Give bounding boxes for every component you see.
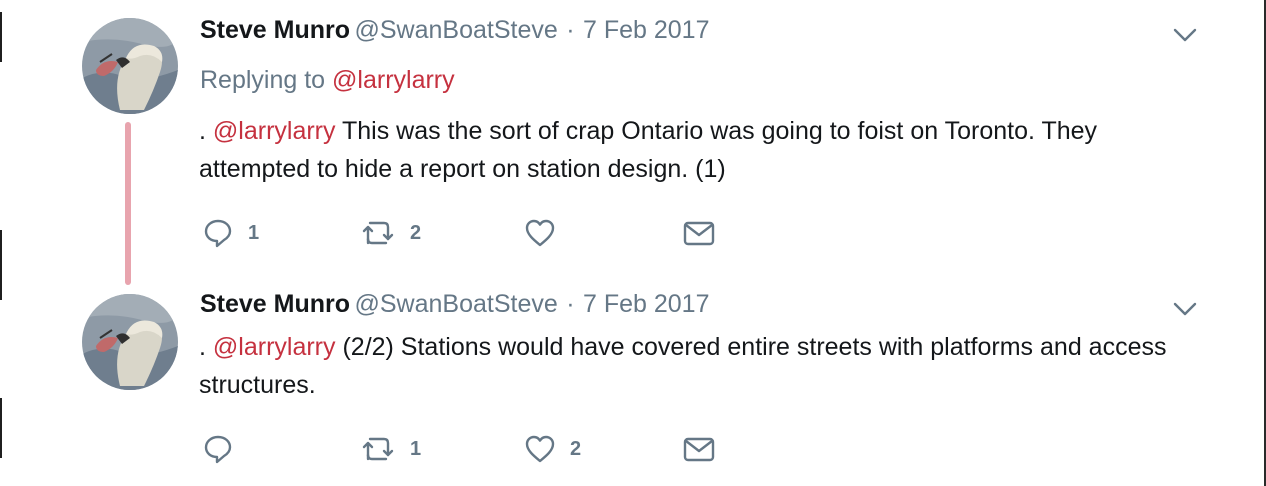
- envelope-icon: [683, 221, 715, 246]
- reply-icon: [204, 219, 232, 248]
- text-mention[interactable]: @larrylarry: [213, 333, 336, 361]
- retweet-icon: [362, 221, 394, 245]
- text-mention[interactable]: @larrylarry: [213, 117, 336, 145]
- tweet-text: . @larrylarry (2/2) Stations would have …: [199, 328, 1209, 404]
- text-body: (2/2) Stations would have covered entire…: [199, 333, 1167, 399]
- tweet-date[interactable]: 7 Feb 2017: [583, 290, 710, 318]
- retweet-count: 2: [410, 222, 422, 244]
- retweet-count: 1: [410, 438, 422, 460]
- chevron-down-icon[interactable]: [1172, 300, 1198, 318]
- direct-message-button[interactable]: [682, 216, 716, 250]
- replying-to-line: Replying to @larrylarry: [200, 66, 455, 95]
- like-button[interactable]: [524, 216, 570, 250]
- author-name[interactable]: Steve Munro: [200, 290, 350, 318]
- heart-icon: [525, 435, 555, 463]
- like-count: 2: [570, 438, 582, 460]
- retweet-icon: [362, 437, 394, 461]
- reply-icon: [204, 435, 232, 464]
- heart-icon: [525, 219, 555, 247]
- author-handle[interactable]: @SwanBoatSteve: [354, 16, 557, 44]
- reply-button[interactable]: 1: [202, 216, 259, 250]
- tweet-header: Steve Munro @SwanBoatSteve · 7 Feb 2017: [200, 290, 710, 320]
- separator-dot: ·: [566, 290, 575, 318]
- replying-to-label: Replying to: [200, 66, 326, 94]
- swan-avatar-icon: [82, 18, 178, 114]
- tweet-header: Steve Munro @SwanBoatSteve · 7 Feb 2017: [200, 16, 710, 46]
- envelope-icon: [683, 437, 715, 462]
- tweet[interactable]: Steve Munro @SwanBoatSteve · 7 Feb 2017 …: [0, 0, 1266, 282]
- author-handle[interactable]: @SwanBoatSteve: [354, 290, 557, 318]
- replying-to-mention[interactable]: @larrylarry: [332, 66, 455, 94]
- swan-avatar-icon: [82, 294, 178, 390]
- tweet-actions: 1 2: [200, 432, 740, 466]
- tweet[interactable]: Steve Munro @SwanBoatSteve · 7 Feb 2017 …: [0, 282, 1266, 486]
- retweet-button[interactable]: 2: [360, 216, 421, 250]
- direct-message-button[interactable]: [682, 432, 716, 466]
- avatar[interactable]: [82, 18, 178, 114]
- reply-count: 1: [248, 222, 260, 244]
- tweet-actions: 1 2: [200, 216, 740, 250]
- reply-button[interactable]: [202, 432, 248, 466]
- tweet-thread: Steve Munro @SwanBoatSteve · 7 Feb 2017 …: [0, 0, 1266, 486]
- text-prefix: .: [199, 117, 213, 145]
- tweet-text: . @larrylarry This was the sort of crap …: [199, 112, 1209, 188]
- chevron-down-icon[interactable]: [1172, 26, 1198, 44]
- retweet-button[interactable]: 1: [360, 432, 421, 466]
- tweet-date[interactable]: 7 Feb 2017: [583, 16, 710, 44]
- like-button[interactable]: 2: [524, 432, 581, 466]
- author-name[interactable]: Steve Munro: [200, 16, 350, 44]
- avatar[interactable]: [82, 294, 178, 390]
- text-prefix: .: [199, 333, 213, 361]
- separator-dot: ·: [566, 16, 575, 44]
